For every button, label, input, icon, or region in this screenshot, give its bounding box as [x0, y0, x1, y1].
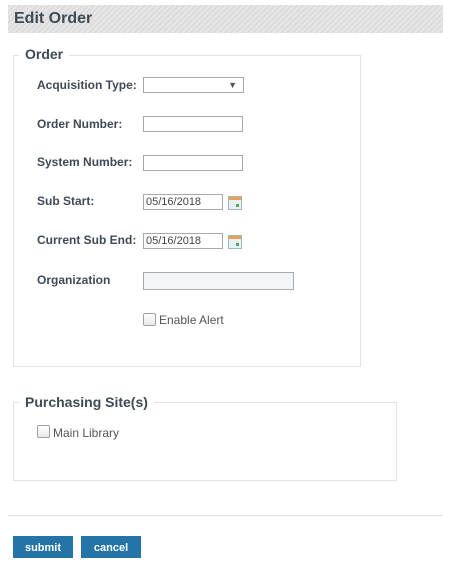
calendar-icon[interactable]: [228, 235, 242, 249]
submit-button[interactable]: submit: [13, 536, 73, 558]
page-header: Edit Order: [8, 5, 443, 33]
organization-label: Organization: [37, 273, 111, 287]
acquisition-type-select[interactable]: ▼: [143, 77, 244, 93]
order-number-label: Order Number:: [37, 117, 123, 131]
calendar-icon[interactable]: [228, 196, 242, 210]
enable-alert-label[interactable]: Enable Alert: [159, 313, 224, 327]
sub-start-input[interactable]: 05/16/2018: [143, 194, 223, 210]
cancel-button[interactable]: cancel: [81, 536, 141, 558]
chevron-down-icon: ▼: [228, 80, 237, 90]
system-number-label: System Number:: [37, 155, 133, 169]
current-sub-end-label: Current Sub End:: [37, 233, 137, 247]
enable-alert-checkbox[interactable]: [143, 313, 156, 326]
order-legend: Order: [19, 46, 70, 62]
organization-input[interactable]: [143, 272, 294, 290]
divider: [8, 515, 443, 516]
page-title: Edit Order: [14, 10, 93, 27]
sub-start-label: Sub Start:: [37, 194, 95, 208]
main-library-checkbox[interactable]: [37, 425, 50, 438]
system-number-input[interactable]: [143, 155, 243, 171]
main-library-label[interactable]: Main Library: [53, 426, 119, 440]
current-sub-end-input[interactable]: 05/16/2018: [143, 233, 223, 249]
order-number-input[interactable]: [143, 116, 243, 132]
purchasing-legend: Purchasing Site(s): [19, 394, 154, 410]
acquisition-type-label: Acquisition Type:: [37, 78, 137, 92]
purchasing-fieldset: [13, 402, 397, 481]
